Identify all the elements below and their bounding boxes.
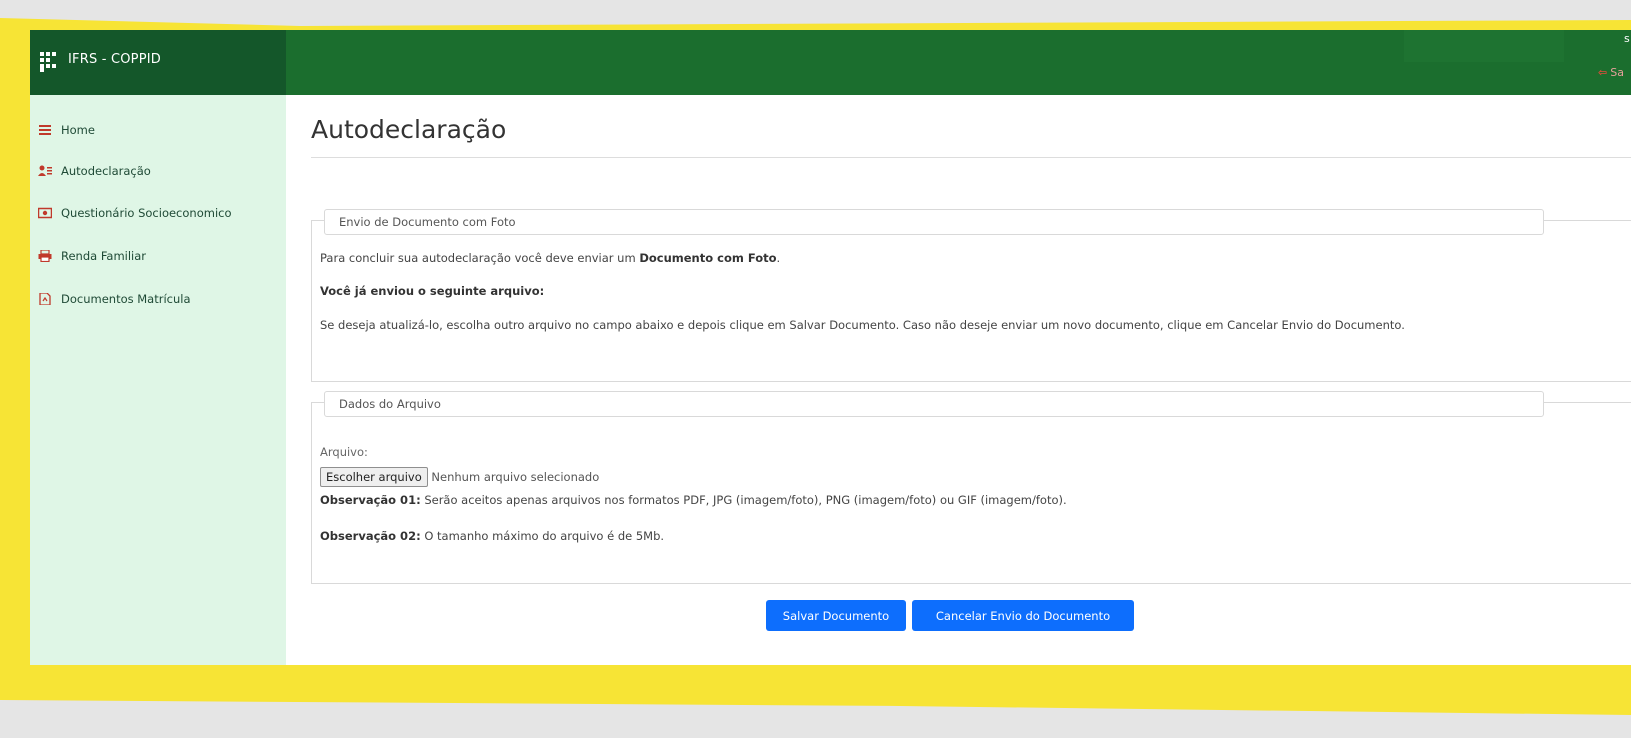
top-navbar: IFRS - COPPID s ⇦ Sa [30,30,1631,95]
photo-document-panel: Envio de Documento com Foto Para conclui… [311,209,1631,382]
logout-icon: ⇦ [1598,66,1608,79]
main-content: Autodeclaração Envio de Documento com Fo… [286,95,1631,665]
update-instruction-text: Se deseja atualizá-lo, escolha outro arq… [320,318,1405,332]
file-data-panel: Dados do Arquivo Arquivo: Escolher arqui… [311,391,1631,584]
brand-area[interactable]: IFRS - COPPID [30,30,286,95]
ifrs-logo-icon [40,52,58,72]
file-status: Nenhum arquivo selecionado [431,470,600,484]
sidebar-item-label: Renda Familiar [61,249,147,263]
observation-2: Observação 02: O tamanho máximo do arqui… [320,529,665,543]
sidebar-item-documentos[interactable]: Documentos Matrícula [38,288,191,310]
title-divider [311,157,1631,158]
sidebar-item-label: Documentos Matrícula [61,292,191,306]
brand-name: IFRS - COPPID [68,52,161,67]
file-label: Arquivo: [320,445,368,459]
list-icon [38,124,52,136]
observation-1: Observação 01: Serão aceitos apenas arqu… [320,493,1067,507]
page-title: Autodeclaração [311,115,507,144]
save-document-button[interactable]: Salvar Documento [766,600,906,631]
panel-legend: Envio de Documento com Foto [324,209,1544,235]
sidebar: Home Autodeclaração Questionário Socioec… [30,95,286,665]
sidebar-item-label: Questionário Socioeconomico [61,206,232,220]
instruction-text: Para concluir sua autodeclaração você de… [320,251,781,265]
sidebar-item-renda[interactable]: Renda Familiar [38,245,146,267]
document-icon [38,293,52,305]
sidebar-item-autodeclaracao[interactable]: Autodeclaração [38,160,151,182]
printer-icon [38,250,52,262]
user-name-fragment: s [1624,32,1630,45]
already-sent-text: Você já enviou o seguinte arquivo: [320,284,545,298]
sidebar-item-home[interactable]: Home [38,119,95,141]
sidebar-item-questionario[interactable]: Questionário Socioeconomico [38,202,232,224]
cancel-upload-button[interactable]: Cancelar Envio do Documento [912,600,1134,631]
panel-legend: Dados do Arquivo [324,391,1544,417]
money-icon [38,207,52,219]
users-icon [38,165,52,177]
app-screen: IFRS - COPPID s ⇦ Sa Home Autodeclaração … [30,30,1631,665]
user-info-area [1404,30,1564,62]
choose-file-button[interactable]: Escolher arquivo [320,467,428,487]
header-overlay [521,95,1036,130]
sidebar-item-label: Home [61,123,95,137]
logout-link[interactable]: ⇦ Sa [1598,66,1624,79]
logout-label: Sa [1610,66,1624,79]
file-input[interactable]: Escolher arquivo Nenhum arquivo selecion… [320,467,599,487]
sidebar-item-label: Autodeclaração [61,164,151,178]
